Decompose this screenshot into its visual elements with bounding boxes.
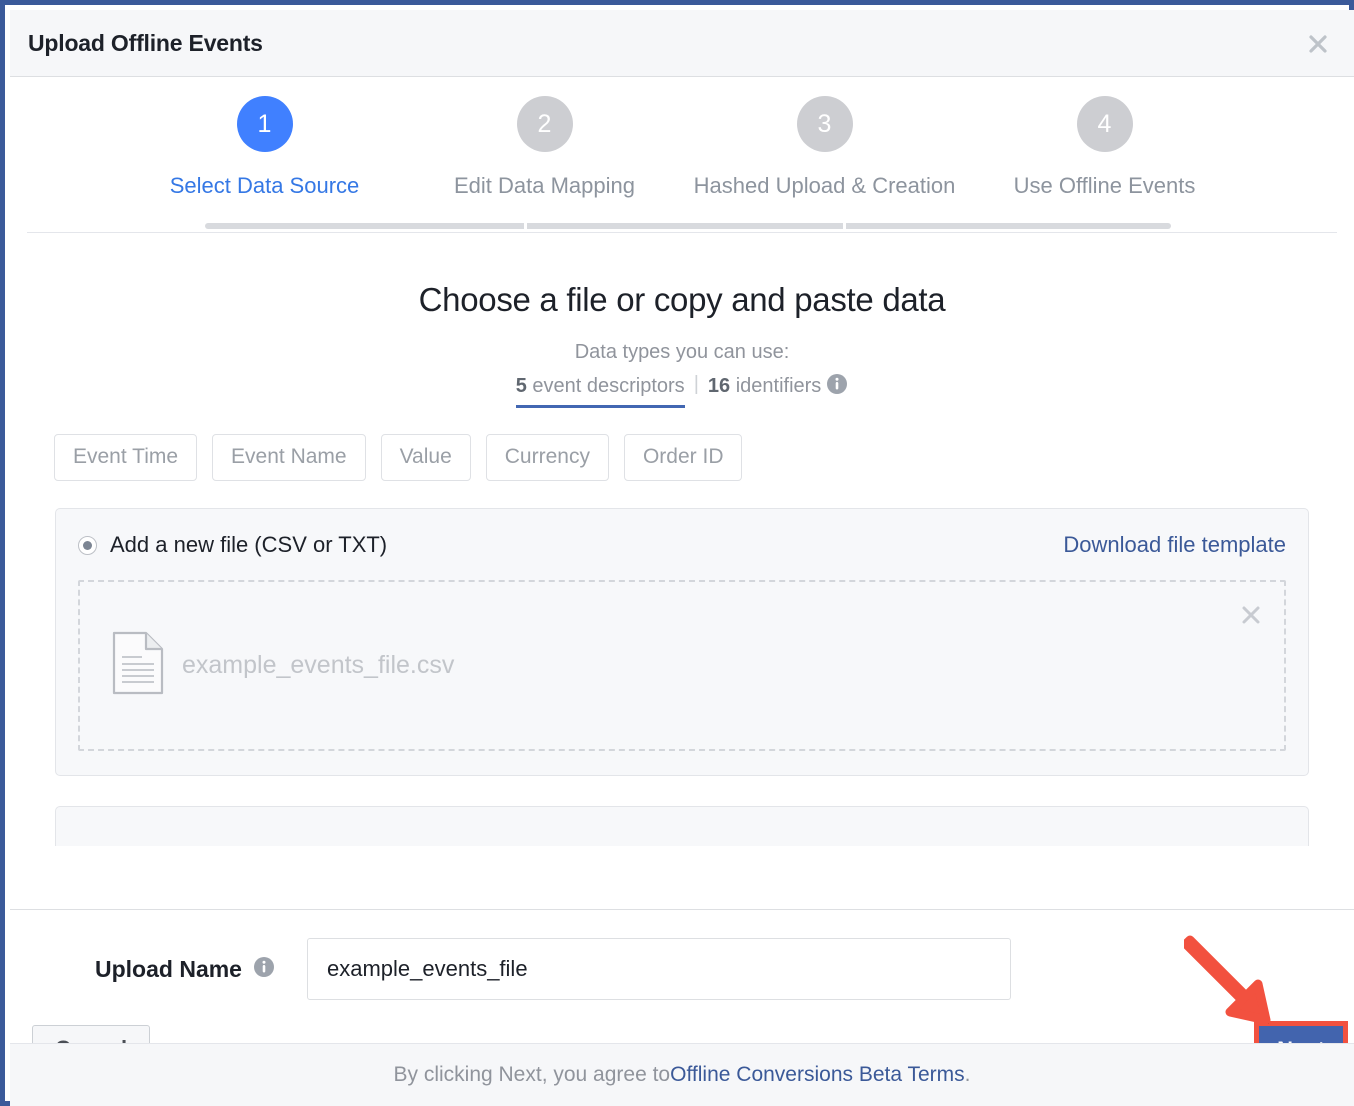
add-new-file-label: Add a new file (CSV or TXT) (110, 532, 388, 557)
remove-file-icon[interactable] (1240, 604, 1262, 626)
chip-event-name: Event Name (212, 434, 366, 481)
terms-suffix: . (964, 1063, 971, 1086)
tab-identifiers-count: 16 (707, 375, 731, 397)
tab-event-descriptors-count: 5 (515, 375, 527, 397)
tab-separator: | (693, 373, 699, 395)
stepper-step-4[interactable]: 4 Use Offline Events (987, 96, 1222, 199)
chip-currency: Currency (485, 434, 609, 481)
step-number-4: 4 (1076, 96, 1133, 152)
stepper-step-2[interactable]: 2 Edit Data Mapping (427, 96, 662, 199)
step-label-4: Use Offline Events (1013, 173, 1196, 198)
data-type-tabs: 5 event descriptors | 16 identifiers (29, 373, 1335, 408)
tab-identifiers[interactable]: 16 identifiers (708, 375, 821, 405)
dialog-body: 1 Select Data Source 2 Edit Data Mapping… (10, 77, 1354, 909)
browser-frame: Upload Offline Events 1 Select Data Sour… (0, 0, 1354, 1106)
stepper-divider (27, 232, 1337, 233)
close-icon[interactable] (1302, 28, 1334, 60)
add-new-file-panel: Add a new file (CSV or TXT) Download fil… (55, 508, 1309, 776)
uploaded-file-item: example_events_file.csv (80, 631, 454, 700)
progress-stepper: 1 Select Data Source 2 Edit Data Mapping… (27, 77, 1337, 232)
radio-button-selected-icon[interactable] (78, 535, 97, 555)
data-type-chip-list: Event Time Event Name Value Currency Ord… (29, 434, 1335, 481)
chip-event-time: Event Time (54, 434, 198, 481)
stepper-step-3[interactable]: 3 Hashed Upload & Creation (694, 96, 955, 199)
step-label-2: Edit Data Mapping (454, 173, 635, 198)
tab-event-descriptors[interactable]: 5 event descriptors (515, 375, 685, 408)
info-icon[interactable] (826, 373, 848, 401)
info-icon[interactable] (253, 956, 275, 983)
step-number-2: 2 (516, 96, 573, 152)
step-number-3: 3 (796, 96, 853, 152)
tab-event-descriptors-label: event descriptors (526, 375, 685, 397)
dialog-title: Upload Offline Events (28, 30, 263, 56)
file-dropzone[interactable]: example_events_file.csv (78, 580, 1286, 751)
terms-bar: By clicking Next, you agree to Offline C… (10, 1043, 1354, 1106)
page-title: Choose a file or copy and paste data (418, 281, 946, 318)
step-label-1: Select Data Source (169, 173, 360, 198)
stepper-step-1[interactable]: 1 Select Data Source (147, 96, 382, 199)
document-icon (112, 631, 164, 700)
upload-offline-events-dialog: Upload Offline Events 1 Select Data Sour… (10, 10, 1354, 1106)
upload-name-input[interactable] (306, 938, 1011, 1000)
paste-data-panel-partial[interactable] (55, 806, 1309, 846)
dialog-header: Upload Offline Events (10, 10, 1354, 77)
tab-identifiers-label: identifiers (730, 375, 822, 397)
stepper-track (205, 223, 1171, 229)
chip-order-id: Order ID (623, 434, 743, 481)
chip-value: Value (380, 434, 471, 481)
main-content: Choose a file or copy and paste data Dat… (10, 281, 1354, 846)
step-label-3: Hashed Upload & Creation (693, 173, 956, 198)
step-number-1: 1 (236, 96, 293, 152)
upload-name-label: Upload Name (95, 955, 242, 982)
uploaded-file-name: example_events_file.csv (182, 651, 455, 679)
add-new-file-option[interactable]: Add a new file (CSV or TXT) (78, 532, 387, 558)
data-types-subtitle: Data types you can use: (574, 341, 790, 363)
offline-conversions-beta-terms-link[interactable]: Offline Conversions Beta Terms (670, 1063, 965, 1087)
upload-name-row: Upload Name (10, 910, 1354, 1000)
download-file-template-link[interactable]: Download file template (1063, 532, 1286, 558)
dialog-footer: Upload Name Cancel Next (10, 909, 1354, 1106)
terms-prefix: By clicking Next, you agree to (393, 1063, 671, 1086)
